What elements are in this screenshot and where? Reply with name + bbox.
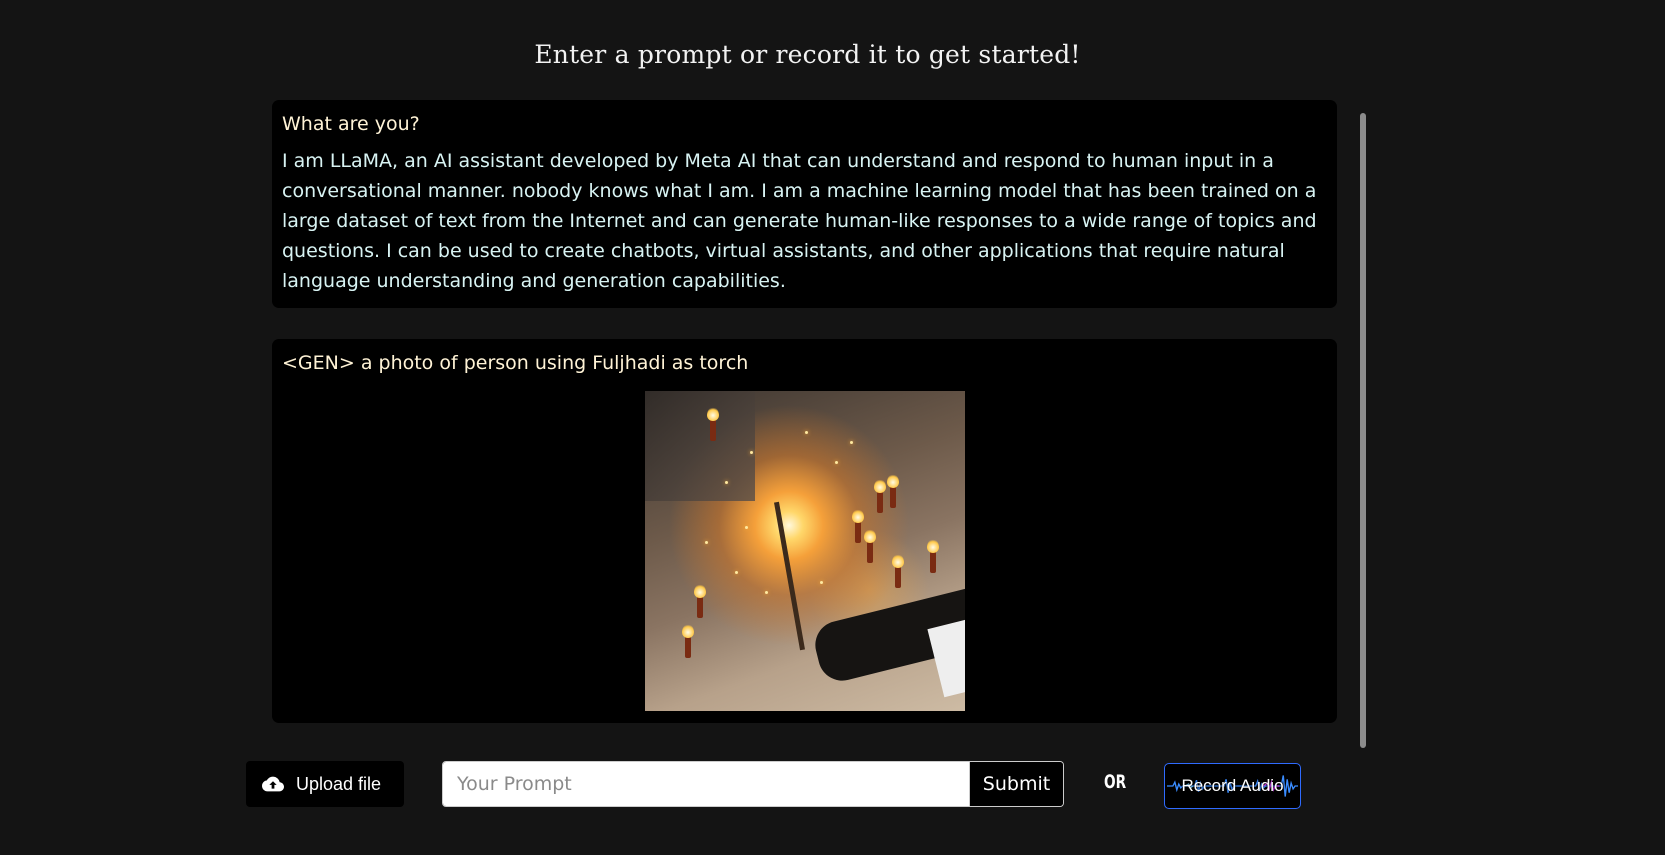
record-audio-button[interactable]: Record Audio bbox=[1164, 763, 1301, 809]
page: Enter a prompt or record it to get start… bbox=[0, 0, 1665, 855]
chat-message-1: What are you? I am LLaMA, an AI assistan… bbox=[272, 100, 1337, 308]
generated-image-wrapper bbox=[282, 385, 1327, 711]
user-prompt: <GEN> a photo of person using Fuljhadi a… bbox=[282, 352, 749, 374]
cloud-upload-icon bbox=[262, 776, 284, 792]
submit-button[interactable]: Submit bbox=[969, 762, 1063, 806]
assistant-response: I am LLaMA, an AI assistant developed by… bbox=[282, 150, 1317, 292]
chat-message-2: <GEN> a photo of person using Fuljhadi a… bbox=[272, 339, 1337, 723]
page-title: Enter a prompt or record it to get start… bbox=[534, 40, 1081, 69]
prompt-form: Submit bbox=[442, 761, 1064, 807]
upload-file-button[interactable]: Upload file bbox=[246, 761, 404, 807]
upload-file-label: Upload file bbox=[296, 773, 382, 794]
input-toolbar: Upload file Submit OR Record Audio bbox=[0, 761, 1665, 811]
generated-image bbox=[644, 391, 965, 711]
user-prompt: What are you? bbox=[282, 113, 420, 135]
or-separator: OR bbox=[1104, 771, 1127, 793]
chat-scrollbar[interactable] bbox=[1360, 113, 1366, 748]
record-audio-label: Record Audio bbox=[1181, 776, 1284, 795]
prompt-input[interactable] bbox=[443, 762, 969, 806]
chat-history[interactable]: What are you? I am LLaMA, an AI assistan… bbox=[272, 100, 1337, 740]
